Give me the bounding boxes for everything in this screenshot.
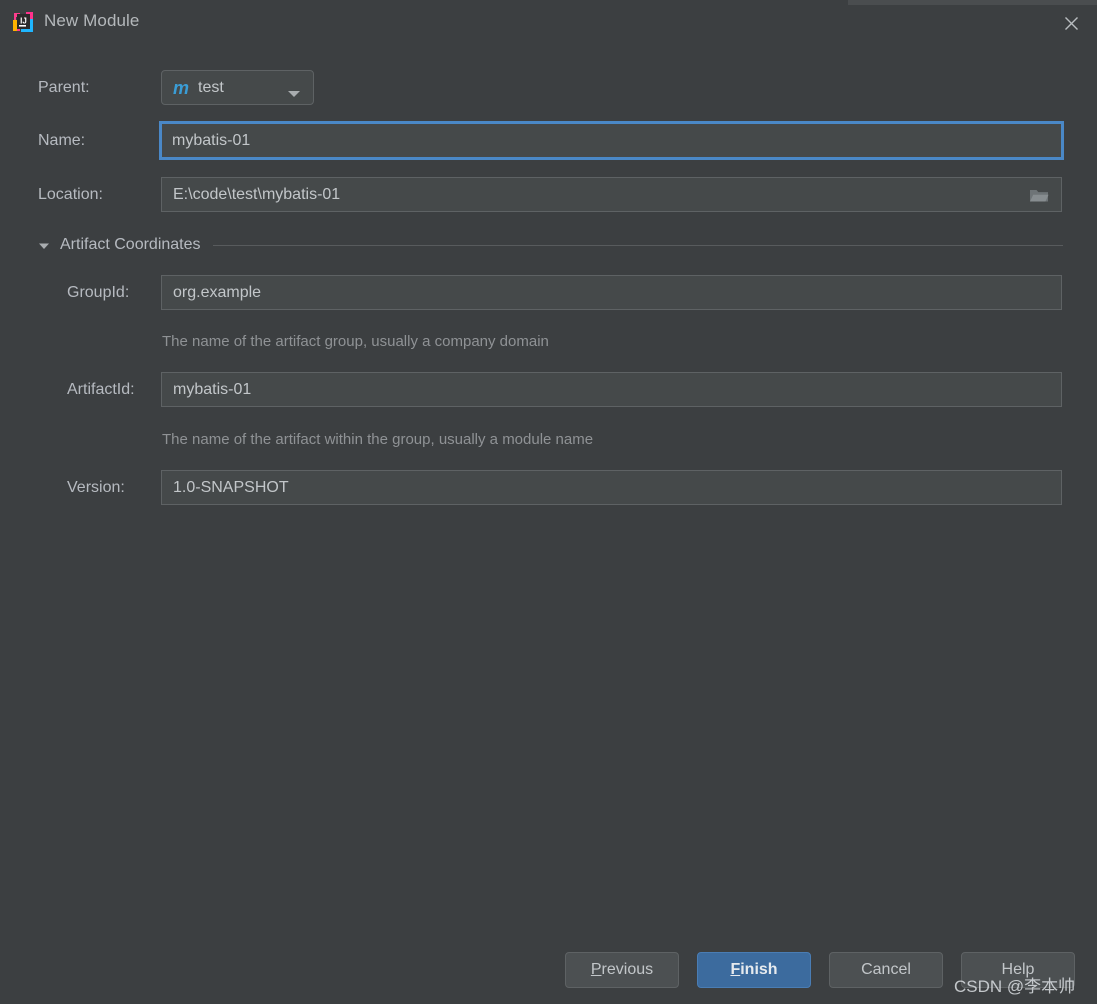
version-label: Version: <box>67 479 125 496</box>
location-value: E:\code\test\mybatis-01 <box>173 185 341 203</box>
help-button-label: Help <box>1001 961 1035 978</box>
dialog-title: New Module <box>44 11 140 30</box>
groupid-hint: The name of the artifact group, usually … <box>162 333 549 350</box>
groupid-value: org.example <box>173 283 262 301</box>
folder-icon[interactable] <box>1029 186 1049 203</box>
name-input[interactable]: mybatis-01 <box>160 122 1063 159</box>
location-label: Location: <box>38 186 103 203</box>
triangle-down-icon <box>38 239 50 251</box>
svg-text:IJ: IJ <box>20 17 27 26</box>
version-value: 1.0-SNAPSHOT <box>173 478 289 496</box>
cancel-button[interactable]: Cancel <box>829 952 943 988</box>
location-input[interactable]: E:\code\test\mybatis-01 <box>161 177 1062 212</box>
artifactid-value: mybatis-01 <box>173 380 252 398</box>
chevron-down-icon <box>288 85 300 103</box>
previous-button[interactable]: Previous <box>565 952 679 988</box>
section-divider <box>212 244 1063 246</box>
previous-button-mnemonic: P <box>590 961 602 978</box>
cancel-button-label: Cancel <box>861 961 911 978</box>
help-button[interactable]: Help <box>961 952 1075 988</box>
groupid-label: GroupId: <box>67 284 130 301</box>
close-icon[interactable] <box>1057 9 1085 37</box>
groupid-input[interactable]: org.example <box>161 275 1062 310</box>
artifactid-input[interactable]: mybatis-01 <box>161 372 1062 407</box>
maven-module-icon: m <box>173 77 190 98</box>
previous-button-label: revious <box>601 961 654 978</box>
intellij-idea-icon: IJ <box>12 11 34 33</box>
artifact-coordinates-section-toggle[interactable]: Artifact Coordinates <box>38 232 1063 258</box>
finish-button-mnemonic: F <box>730 961 741 978</box>
new-module-dialog: IJ New Module Parent: m test Name: mybat… <box>0 0 1097 1004</box>
parent-value: test <box>198 78 224 96</box>
parent-dropdown[interactable]: m test <box>161 70 314 105</box>
name-value: mybatis-01 <box>172 131 251 149</box>
name-label: Name: <box>38 132 86 149</box>
artifactid-hint: The name of the artifact within the grou… <box>162 431 594 448</box>
artifact-coordinates-title: Artifact Coordinates <box>60 236 201 253</box>
parent-label: Parent: <box>38 79 90 96</box>
dialog-title-bar: IJ New Module <box>0 0 1097 45</box>
finish-button-label: inish <box>740 961 778 978</box>
finish-button[interactable]: Finish <box>697 952 811 988</box>
version-input[interactable]: 1.0-SNAPSHOT <box>161 470 1062 505</box>
artifactid-label: ArtifactId: <box>67 381 135 398</box>
